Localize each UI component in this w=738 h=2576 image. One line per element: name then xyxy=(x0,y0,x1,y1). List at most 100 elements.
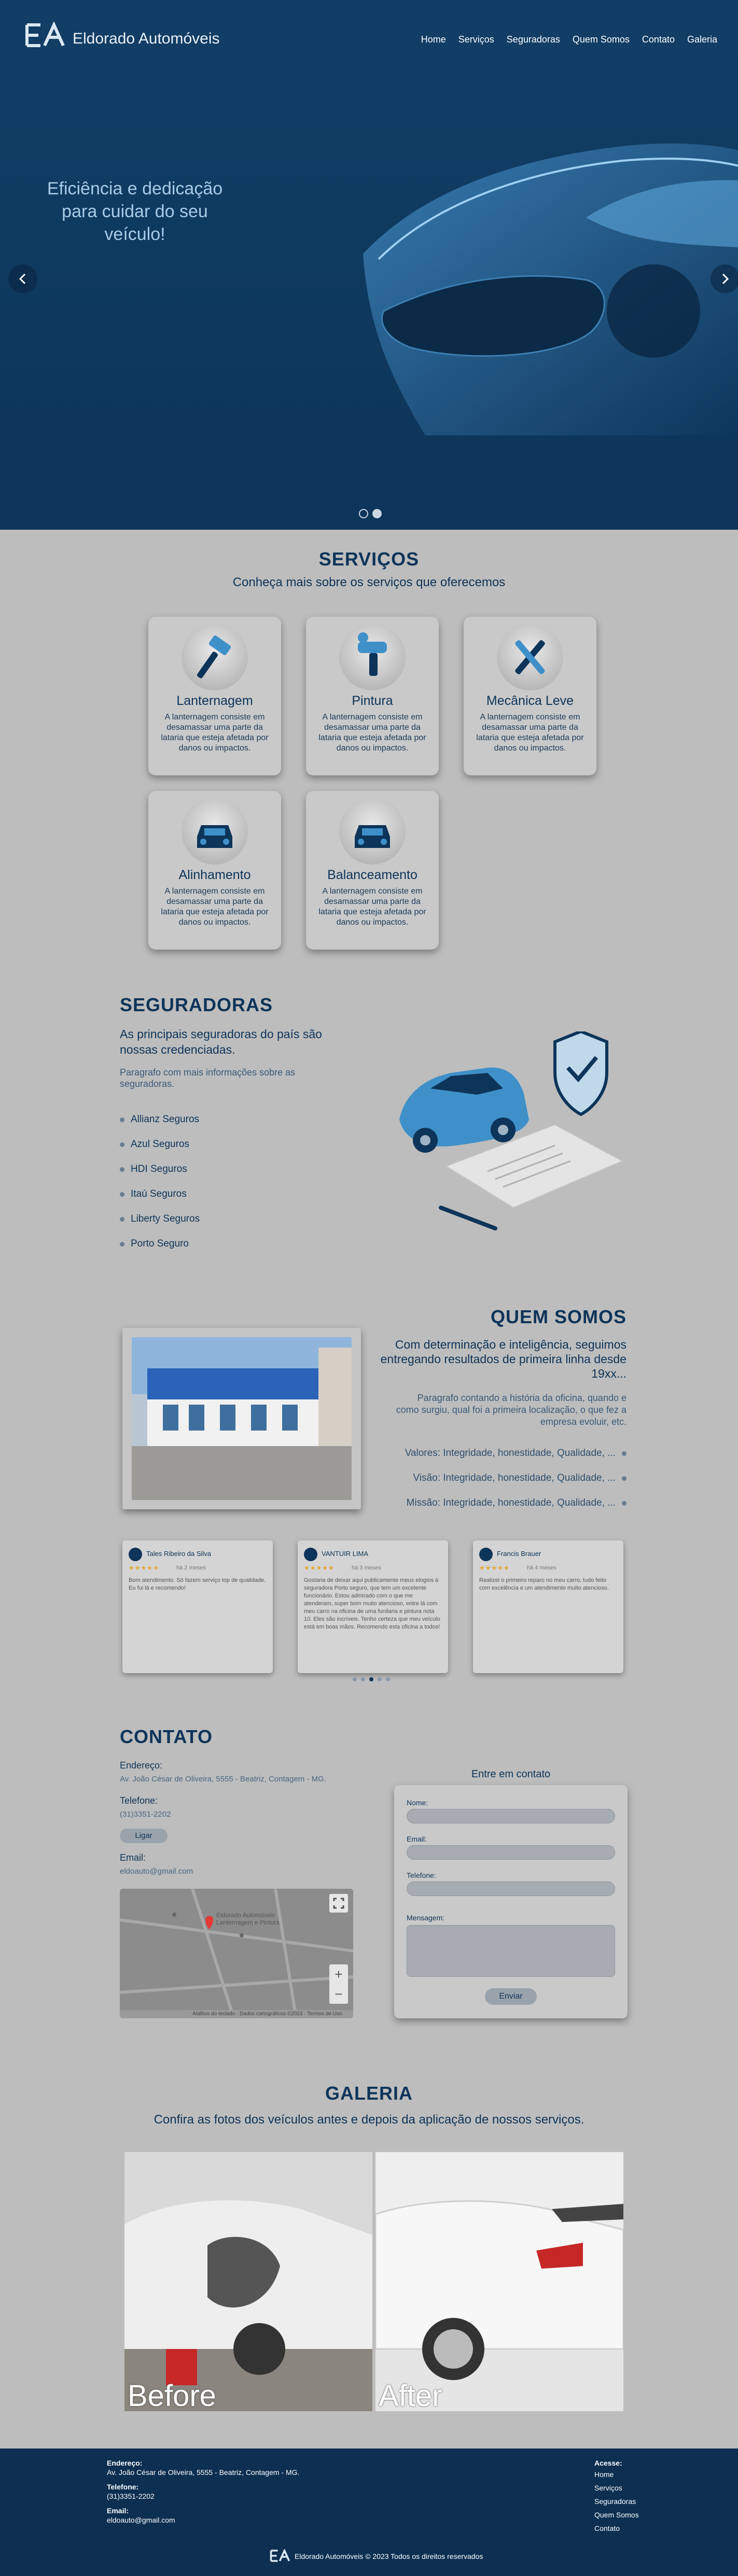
bullet-icon xyxy=(120,1216,124,1222)
map-attribution[interactable]: Atalhos do teclado · Dados cartográficos… xyxy=(120,2010,353,2018)
carousel-dot[interactable] xyxy=(359,509,368,518)
review-card: VANTUIR LIMA ★★★★★ há 3 meses Gostaria d… xyxy=(298,1540,448,1673)
contact-title: CONTATO xyxy=(120,1726,213,1747)
list-item: Allianz Seguros xyxy=(120,1107,200,1132)
bullet-icon xyxy=(120,1142,124,1147)
service-description: A lanternagem consiste em desamassar uma… xyxy=(476,713,584,753)
brand-name[interactable]: Eldorado Automóveis xyxy=(73,30,220,48)
car-front-icon xyxy=(355,825,390,848)
message-field[interactable] xyxy=(407,1925,615,1977)
value-text: Missão: Integridade, honestidade, Qualid… xyxy=(406,1497,616,1508)
footer-email[interactable]: eldoauto@gmail.com xyxy=(107,2516,175,2524)
email-value: eldoauto@gmail.com xyxy=(120,1867,193,1876)
nav-contact[interactable]: Contato xyxy=(642,34,675,45)
service-title: Alinhamento xyxy=(178,868,251,882)
footer-link-about[interactable]: Quem Somos xyxy=(594,2511,639,2519)
carousel-indicators xyxy=(359,509,382,518)
list-item: Visão: Integridade, honestidade, Qualida… xyxy=(373,1466,626,1491)
contact-form: Nome: Email: Telefone: Mensagem: Enviar xyxy=(394,1785,628,2018)
about-photo-frame xyxy=(122,1328,361,1509)
footer-address: Av. João César de Oliveira, 5555 - Beatr… xyxy=(107,2468,300,2476)
nav-about[interactable]: Quem Somos xyxy=(573,34,630,45)
pagination-dot[interactable] xyxy=(369,1677,373,1681)
insurer-name: Liberty Seguros xyxy=(131,1213,200,1224)
about-subtitle: Com determinação e inteligência, seguimo… xyxy=(380,1338,626,1380)
service-description: A lanternagem consiste em desamassar uma… xyxy=(161,713,269,753)
carousel-dot[interactable] xyxy=(372,509,382,518)
copyright: Eldorado Automóveis © 2023 Todos os dire… xyxy=(295,2552,483,2560)
fullscreen-button[interactable] xyxy=(329,1894,348,1913)
carousel-prev-button[interactable] xyxy=(8,264,37,293)
service-icon-circle xyxy=(182,624,248,690)
avatar xyxy=(479,1548,493,1561)
carousel-next-button[interactable] xyxy=(711,264,738,293)
reviewer-name: VANTUIR LIMA xyxy=(322,1550,369,1558)
nav-home[interactable]: Home xyxy=(421,34,446,45)
footer-email-label: Email: xyxy=(107,2507,129,2515)
service-icon-circle xyxy=(339,624,406,690)
nav-insurers[interactable]: Seguradoras xyxy=(507,34,560,45)
call-button[interactable]: Ligar xyxy=(120,1829,168,1843)
contact-form-title: Entre em contato xyxy=(471,1768,551,1780)
review-text: Gostaria de deixar aqui publicamente meu… xyxy=(304,1577,440,1630)
send-button[interactable]: Enviar xyxy=(485,1988,537,2005)
insurers-subtitle: As principais seguradoras do país são no… xyxy=(120,1027,322,1056)
value-text: Valores: Integridade, honestidade, Quali… xyxy=(405,1448,616,1459)
insurer-name: Itaú Seguros xyxy=(131,1188,187,1199)
star-rating: ★★★★★ xyxy=(304,1564,335,1572)
chevron-right-icon xyxy=(722,273,729,285)
zoom-out-button[interactable]: − xyxy=(329,1984,348,2004)
bullet-icon xyxy=(622,1451,626,1456)
pagination-dot[interactable] xyxy=(378,1677,382,1681)
bullet-icon xyxy=(120,1117,124,1122)
brand-logo-icon[interactable] xyxy=(25,22,65,49)
hero-section: Eldorado Automóveis Home Serviços Segura… xyxy=(0,0,738,530)
after-caption: After xyxy=(379,2379,442,2411)
footer-phone: (31)3351-2202 xyxy=(107,2492,155,2500)
page: Eldorado Automóveis Home Serviços Segura… xyxy=(0,0,738,2576)
pagination-dot[interactable] xyxy=(361,1677,365,1681)
services-subtitle: Conheça mais sobre os serviços que ofere… xyxy=(232,575,506,589)
address-value: Av. João César de Oliveira, 5555 - Beatr… xyxy=(120,1775,326,1784)
fullscreen-icon xyxy=(333,1898,344,1909)
after-photo: After xyxy=(375,2152,623,2411)
bullet-icon xyxy=(622,1476,626,1481)
footer-link-insurers[interactable]: Seguradoras xyxy=(594,2497,636,2506)
hammer-icon xyxy=(197,635,231,678)
footer-link-home[interactable]: Home xyxy=(594,2470,614,2479)
reviewer-name: Francis Brauer xyxy=(497,1550,541,1558)
name-field[interactable] xyxy=(407,1809,615,1823)
service-card-mecanica-leve[interactable]: Mecânica Leve A lanternagem consiste em … xyxy=(464,617,596,775)
service-card-alinhamento[interactable]: Alinhamento A lanternagem consiste em de… xyxy=(148,791,281,950)
service-card-balanceamento[interactable]: Balanceamento A lanternagem consiste em … xyxy=(306,791,439,950)
footer-link-contact[interactable]: Contato xyxy=(594,2524,620,2532)
main-menu: Home Serviços Seguradoras Quem Somos Con… xyxy=(421,34,717,45)
map-background xyxy=(120,1889,353,2018)
location-map[interactable]: Eldorado Automóveis Lanternagem e Pintur… xyxy=(120,1889,353,2018)
nav-services[interactable]: Serviços xyxy=(458,34,494,45)
list-item: Itaú Seguros xyxy=(120,1182,200,1207)
service-card-lanternagem[interactable]: Lanternagem A lanternagem consiste em de… xyxy=(148,617,281,775)
value-text: Visão: Integridade, honestidade, Qualida… xyxy=(413,1473,616,1483)
list-item: Porto Seguro xyxy=(120,1232,200,1256)
spray-gun-icon xyxy=(358,632,387,676)
gallery-subtitle: Confira as fotos dos veículos antes e de… xyxy=(154,2113,584,2127)
address-label: Endereço: xyxy=(120,1760,163,1771)
service-title: Balanceamento xyxy=(327,868,417,882)
review-text: Bom atendimento. Só fazem serviço top de… xyxy=(129,1577,266,1591)
phone-field[interactable] xyxy=(407,1881,615,1896)
pagination-dot[interactable] xyxy=(353,1677,357,1681)
about-paragraph: Paragrafo contando a história da oficina… xyxy=(396,1393,626,1427)
footer-links-label: Acesse: xyxy=(594,2459,622,2467)
email-label: Email: xyxy=(120,1852,146,1863)
services-title: SERVIÇOS xyxy=(318,548,420,570)
list-item: HDI Seguros xyxy=(120,1157,200,1182)
footer-link-services[interactable]: Serviços xyxy=(594,2484,622,2492)
pagination-dot[interactable] xyxy=(386,1677,390,1681)
avatar xyxy=(304,1548,317,1561)
zoom-in-button[interactable]: + xyxy=(329,1964,348,1984)
email-field[interactable] xyxy=(407,1845,615,1860)
service-card-pintura[interactable]: Pintura A lanternagem consiste em desama… xyxy=(306,617,439,775)
list-item: Missão: Integridade, honestidade, Qualid… xyxy=(373,1491,626,1516)
nav-gallery[interactable]: Galeria xyxy=(687,34,717,45)
